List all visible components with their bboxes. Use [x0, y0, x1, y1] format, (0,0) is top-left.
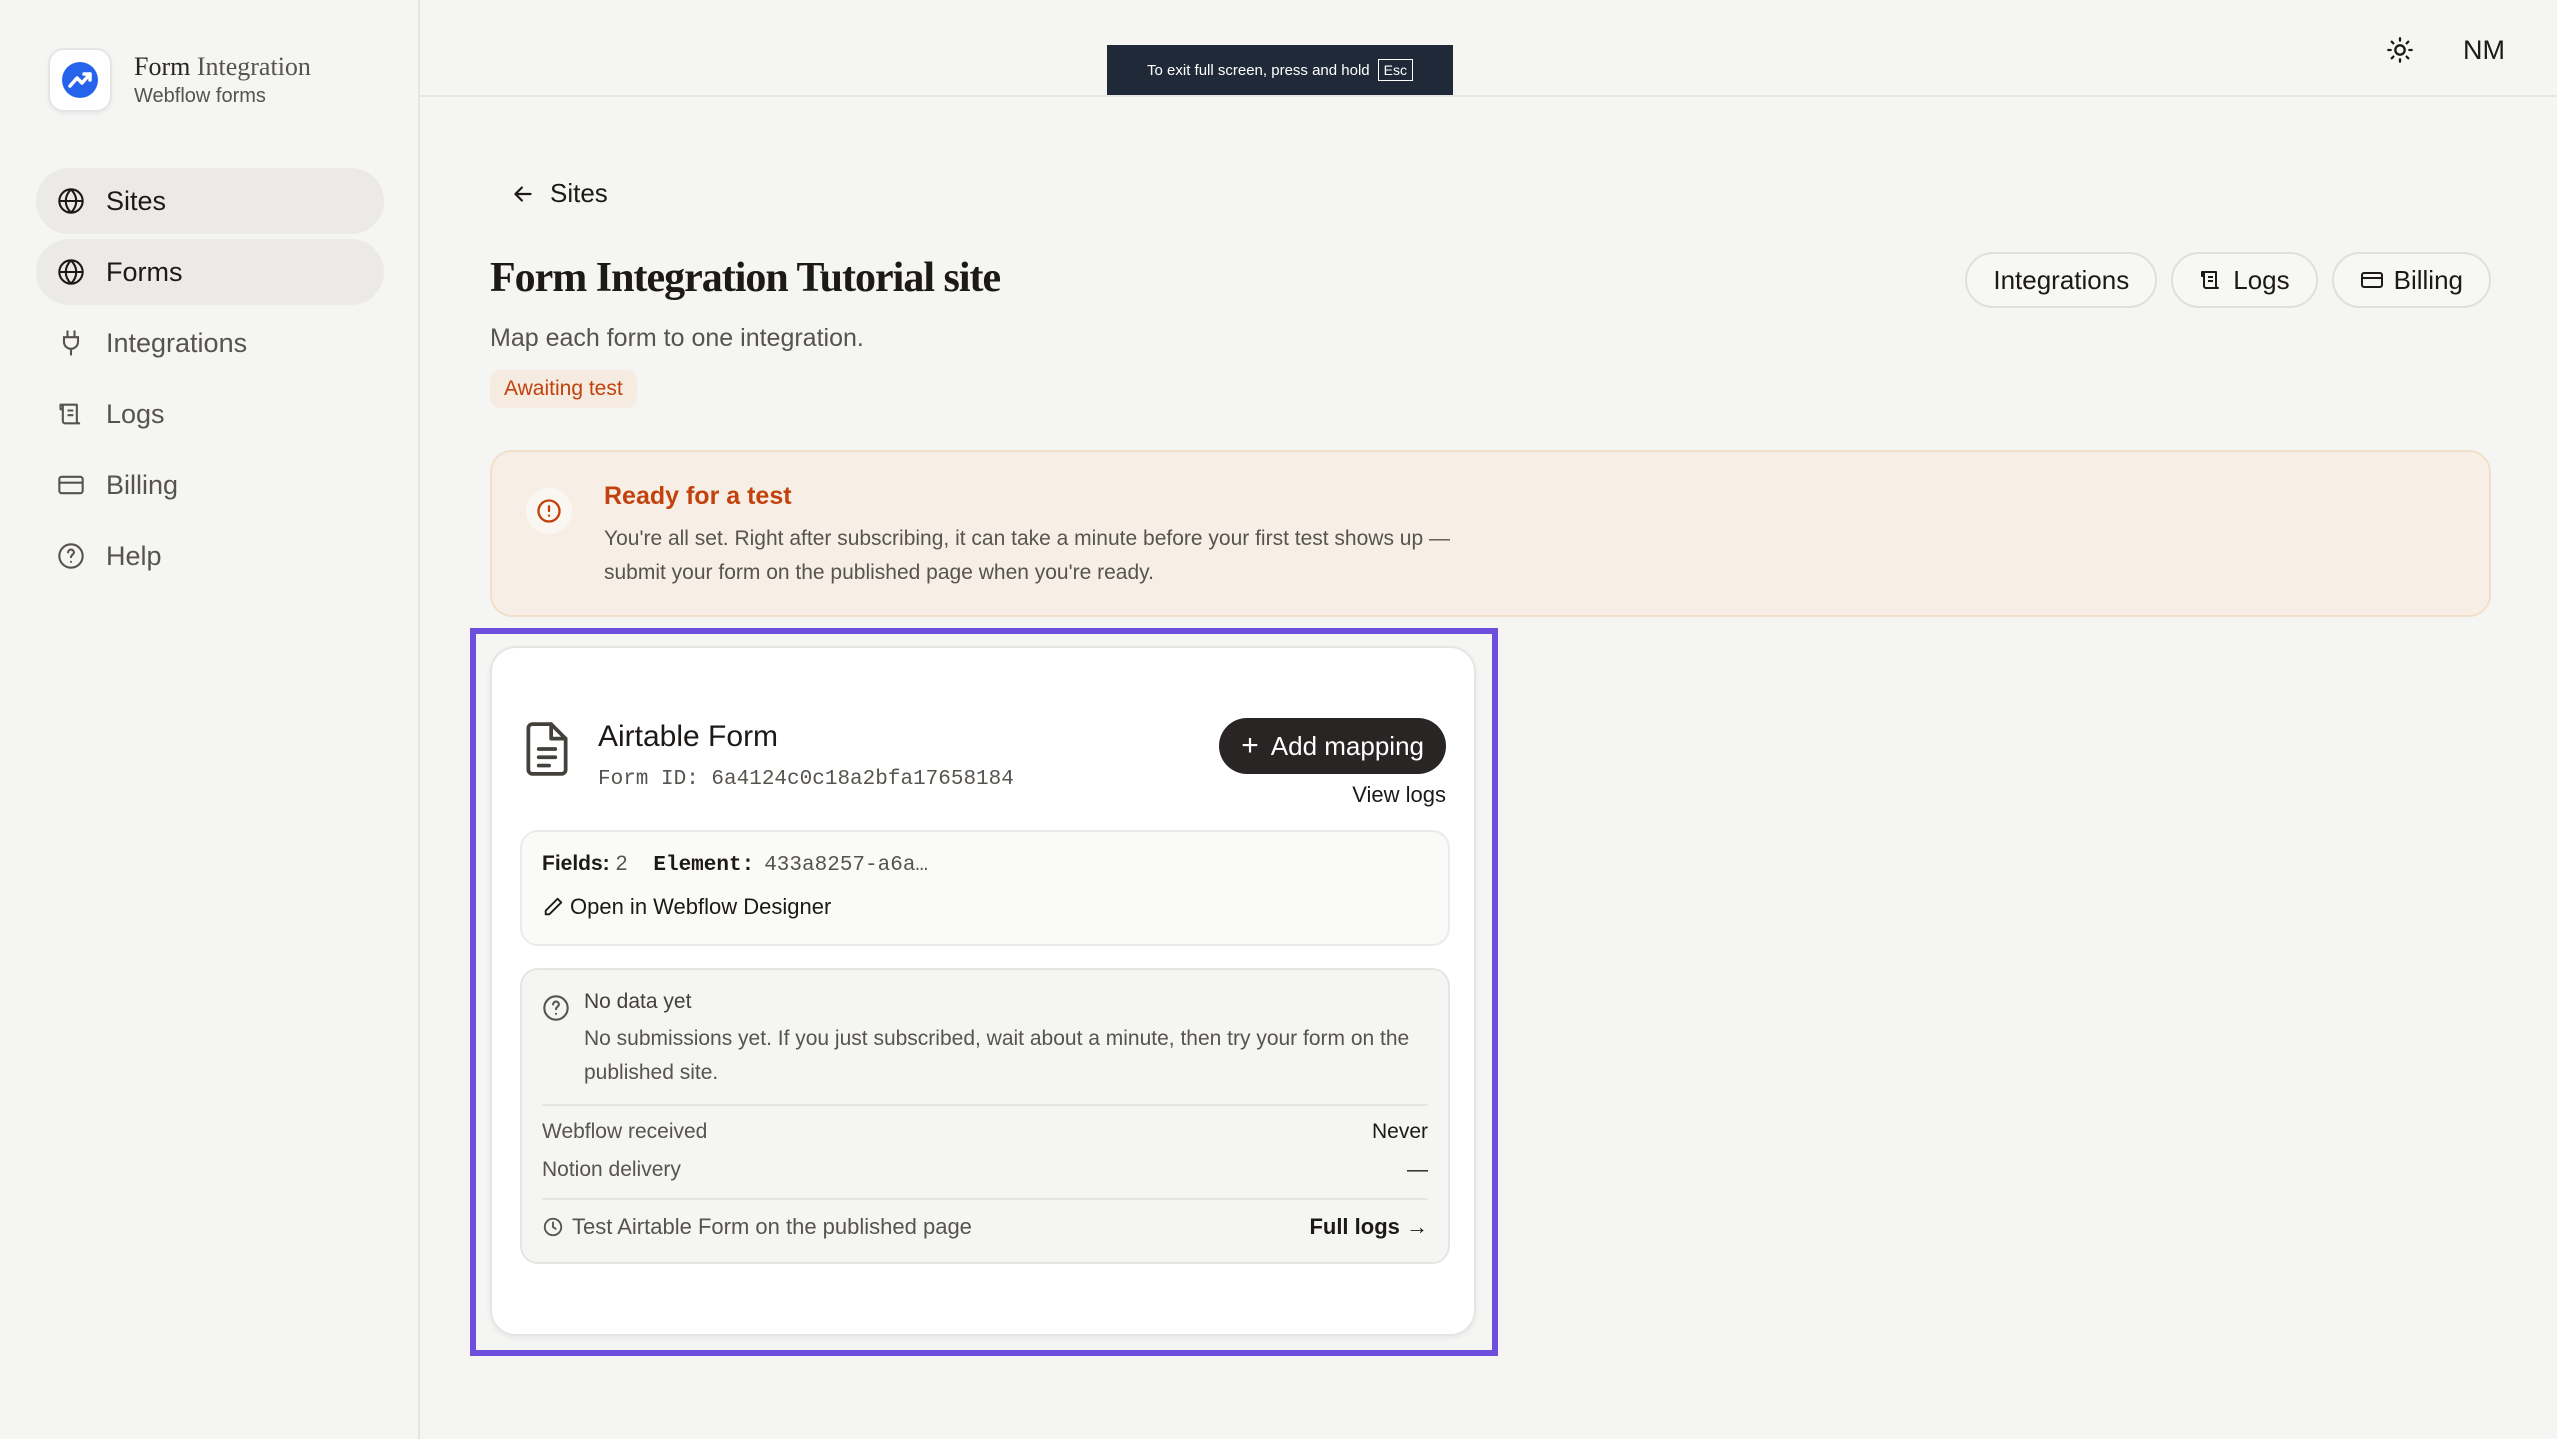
full-logs-link[interactable]: Full logs →	[1309, 1214, 1428, 1240]
credit-card-icon	[2360, 272, 2383, 288]
globe-icon	[56, 257, 86, 287]
clock-icon	[543, 1217, 563, 1237]
divider	[542, 1104, 1428, 1106]
designer-link-label: Open in Webflow Designer	[570, 894, 832, 919]
pencil-icon	[544, 897, 563, 916]
sidebar-item-label: Billing	[106, 469, 179, 500]
sidebar-item-logs[interactable]: Logs	[36, 381, 384, 447]
notion-delivery-row: Notion delivery —	[542, 1158, 1428, 1182]
brand-title: Form Integration	[134, 52, 311, 81]
view-logs-link[interactable]: View logs	[1352, 782, 1446, 808]
esc-key-hint: Esc	[1377, 59, 1413, 81]
element-label: Element:	[653, 854, 755, 877]
document-icon	[522, 720, 572, 783]
integrations-button-label: Integrations	[1993, 264, 2130, 295]
element-id: 433a8257-a6a…	[764, 854, 929, 877]
open-in-designer-link[interactable]: Open in Webflow Designer	[542, 894, 831, 920]
alert-body: You're all set. Right after subscribing,…	[604, 527, 1450, 584]
submission-status-box: No data yet No submissions yet. If you j…	[520, 968, 1450, 1264]
billing-button-label: Billing	[2393, 264, 2463, 295]
sidebar-item-label: Sites	[106, 185, 167, 216]
page-actions: Integrations Logs Billing	[1951, 252, 2491, 308]
user-avatar[interactable]: NM	[2454, 22, 2514, 78]
test-hint-label: Test Airtable Form on the published page	[572, 1214, 972, 1239]
fullscreen-notice-text: To exit full screen, press and hold	[1147, 61, 1370, 79]
form-details-box: Fields: 2 Element: 433a8257-a6a… Open in…	[520, 830, 1450, 946]
fields-count: 2	[615, 852, 628, 875]
back-link-label: Sites	[550, 178, 608, 208]
logs-button[interactable]: Logs	[2171, 252, 2318, 308]
sidebar: Form Integration Webflow forms Sites For…	[0, 0, 420, 1439]
add-mapping-label: Add mapping	[1270, 730, 1424, 761]
scroll-icon	[56, 399, 86, 429]
arrow-left-icon	[514, 185, 532, 202]
scroll-icon	[2201, 271, 2220, 289]
notion-delivery-value: —	[1407, 1158, 1428, 1181]
plus-icon: +	[1241, 729, 1259, 762]
sidebar-item-billing[interactable]: Billing	[36, 452, 384, 518]
sidebar-item-integrations[interactable]: Integrations	[36, 310, 384, 376]
help-circle-icon	[56, 541, 86, 571]
credit-card-icon	[56, 470, 86, 500]
integrations-button[interactable]: Integrations	[1965, 252, 2158, 308]
webflow-received-value: Never	[1371, 1120, 1428, 1143]
sidebar-item-help[interactable]: Help	[36, 523, 384, 589]
sidebar-item-forms[interactable]: Forms	[36, 239, 384, 305]
theme-toggle-button[interactable]	[2380, 30, 2420, 70]
test-hint: Test Airtable Form on the published page	[542, 1214, 972, 1240]
divider	[542, 1198, 1428, 1200]
notion-delivery-label: Notion delivery	[542, 1158, 681, 1181]
add-mapping-button[interactable]: + Add mapping	[1219, 718, 1446, 774]
form-id: Form ID: 6a4124c0c18a2bfa17658184	[598, 768, 1014, 791]
no-data-body: No submissions yet. If you just subscrib…	[584, 1027, 1410, 1084]
app-logo-icon	[48, 48, 112, 112]
form-card: Airtable Form Form ID: 6a4124c0c18a2bfa1…	[490, 646, 1476, 1336]
back-to-sites-link[interactable]: Sites	[510, 178, 608, 209]
status-badge: Awaiting test	[490, 370, 637, 408]
webflow-received-row: Webflow received Never	[542, 1120, 1428, 1144]
globe-icon	[56, 186, 86, 216]
ready-for-test-alert: Ready for a test You're all set. Right a…	[490, 450, 2491, 617]
alert-title: Ready for a test	[604, 482, 792, 510]
webflow-received-label: Webflow received	[542, 1120, 708, 1143]
top-bar	[420, 0, 2557, 97]
form-name: Airtable Form	[598, 720, 779, 753]
page-title: Form Integration Tutorial site	[490, 255, 1001, 301]
fullscreen-notice: To exit full screen, press and hold Esc	[1107, 45, 1453, 95]
sun-icon	[2387, 37, 2413, 63]
sidebar-item-label: Help	[106, 540, 162, 571]
sidebar-nav: Sites Forms Integrations Logs Billing He…	[36, 168, 384, 594]
sidebar-item-sites[interactable]: Sites	[36, 168, 384, 234]
sidebar-item-label: Integrations	[106, 327, 248, 358]
fields-element-line: Fields: 2 Element: 433a8257-a6a…	[542, 852, 928, 877]
plug-icon	[56, 328, 86, 358]
billing-button[interactable]: Billing	[2331, 252, 2491, 308]
brand[interactable]: Form Integration Webflow forms	[48, 48, 311, 112]
fields-label: Fields:	[542, 852, 610, 875]
page-subtitle: Map each form to one integration.	[490, 324, 864, 352]
help-circle-icon	[542, 994, 570, 1027]
sidebar-item-label: Forms	[106, 256, 183, 287]
no-data-title: No data yet	[584, 990, 692, 1013]
brand-subtitle: Webflow forms	[134, 85, 266, 107]
logs-button-label: Logs	[2233, 264, 2290, 295]
alert-circle-icon	[526, 488, 572, 534]
sidebar-item-label: Logs	[106, 398, 165, 429]
